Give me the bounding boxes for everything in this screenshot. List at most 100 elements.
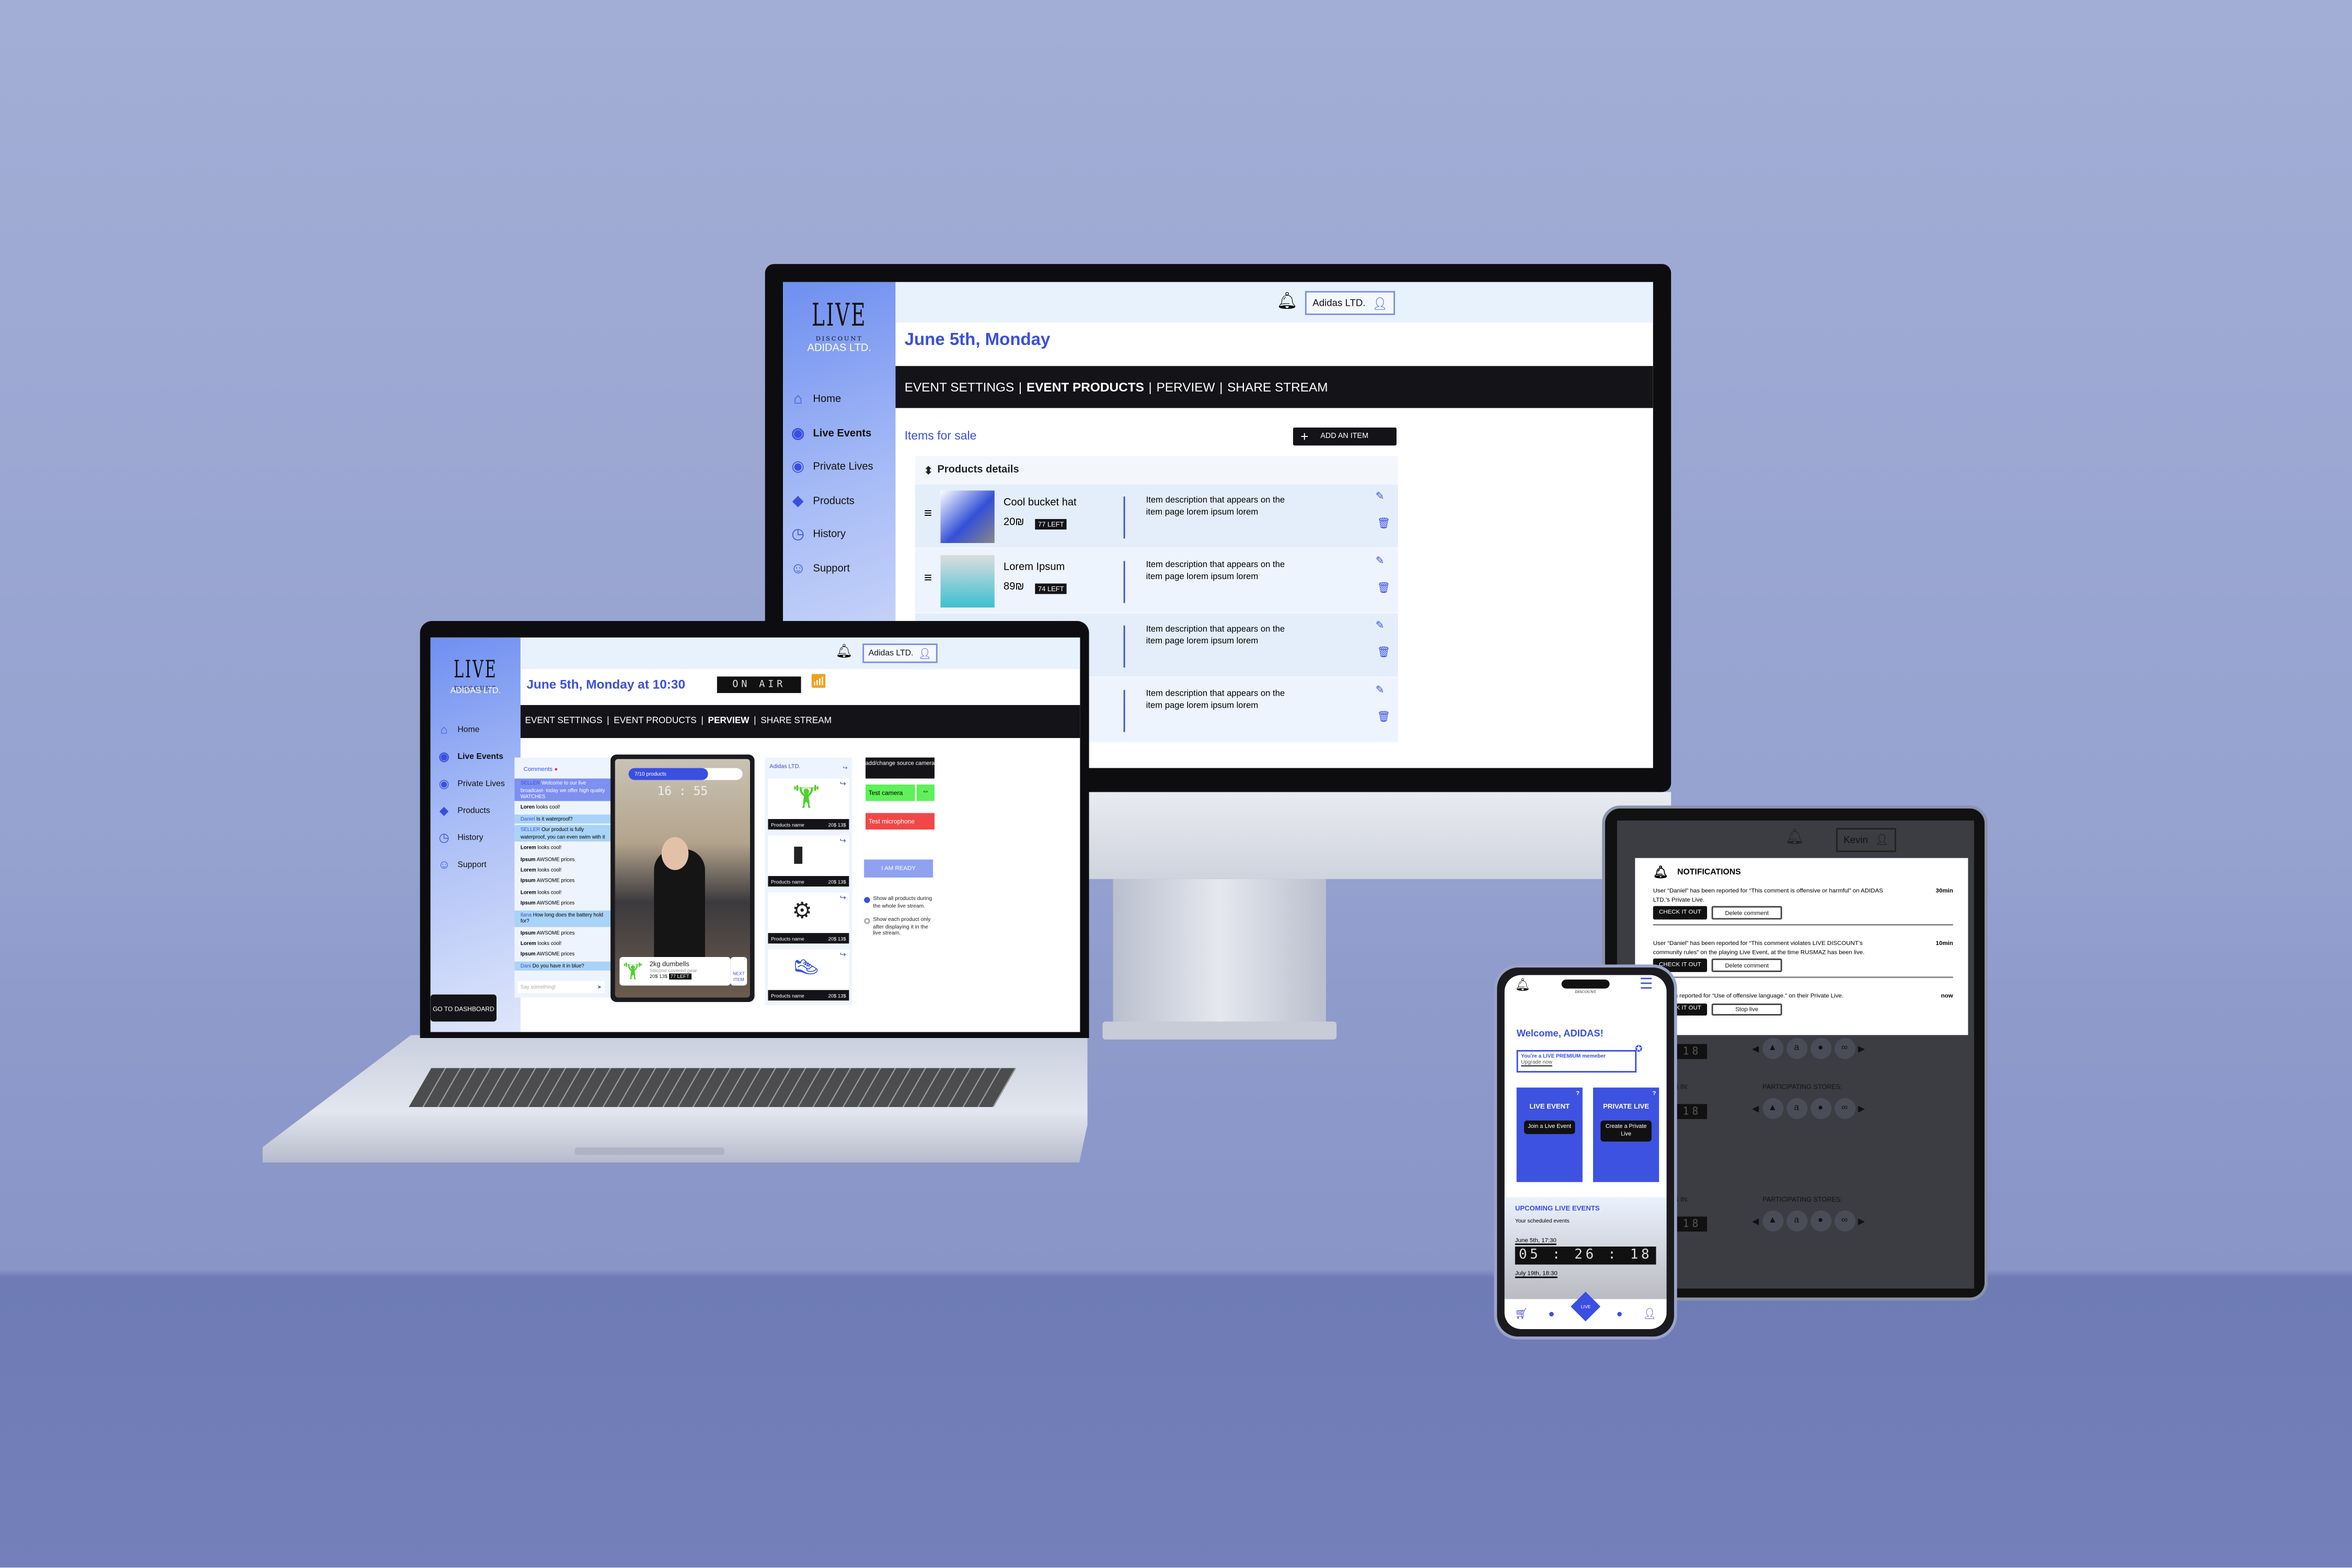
hamburger-menu-icon[interactable]: ☰ bbox=[1640, 976, 1653, 993]
amazon-logo-icon[interactable]: a bbox=[1786, 1038, 1807, 1059]
current-item-card[interactable]: 🏋︎ 2kg dumbells Silicone covered gear 20… bbox=[619, 957, 731, 986]
tab-share-stream[interactable]: SHARE STREAM bbox=[1227, 379, 1328, 395]
bell-icon[interactable]: 🔔︎ bbox=[1276, 291, 1297, 310]
sidebar-item-products[interactable]: ◆ Products bbox=[438, 804, 490, 817]
stop-live-button[interactable]: Stop live bbox=[1711, 1002, 1782, 1016]
sidebar-item-live-events[interactable]: ◉ Live Events bbox=[438, 750, 503, 764]
live-event-icon[interactable]: ● bbox=[1617, 1309, 1623, 1319]
chevron-right-icon[interactable]: ▶ bbox=[1858, 1043, 1865, 1054]
sidebar-item-home[interactable]: ⌂ Home bbox=[438, 723, 480, 736]
event-date[interactable]: June 5th, 17:30 bbox=[1515, 1236, 1557, 1243]
meta-logo-icon[interactable]: ∞ bbox=[1834, 1038, 1855, 1059]
product-row[interactable]: ≡ Cool bucket hat 20₪ 77 LEFT Item descripti… bbox=[915, 485, 1398, 549]
private-live-icon[interactable]: ● bbox=[1548, 1309, 1554, 1319]
adidas-logo-icon[interactable]: ▲ bbox=[1762, 1098, 1783, 1120]
product-price: 20$ 13$ bbox=[828, 992, 846, 998]
camera-switch-icon[interactable]: ⇔ bbox=[916, 785, 935, 801]
bell-icon[interactable]: 🔔︎ bbox=[1515, 978, 1530, 991]
edit-icon[interactable]: ✎ bbox=[1376, 555, 1385, 567]
sidebar-item-support[interactable]: ☺ Support bbox=[438, 858, 487, 872]
add-item-button[interactable]: + ADD AN ITEM bbox=[1293, 427, 1397, 446]
share-icon[interactable]: ↪ bbox=[840, 951, 846, 960]
sidebar-item-private-lives[interactable]: ◉ Private Lives bbox=[790, 459, 873, 476]
help-icon[interactable]: ? bbox=[1576, 1089, 1579, 1097]
display-option-radio[interactable]: Show all products during the whole live … bbox=[864, 895, 936, 910]
meta-logo-icon[interactable]: ∞ bbox=[1834, 1098, 1855, 1120]
edit-icon[interactable]: ✎ bbox=[1376, 490, 1385, 502]
create-private-live-button[interactable]: Create a Private Live bbox=[1600, 1120, 1652, 1142]
drag-handle-icon[interactable]: ≡ bbox=[924, 570, 932, 585]
chevron-left-icon[interactable]: ◀ bbox=[1752, 1043, 1759, 1054]
chevron-left-icon[interactable]: ◀ bbox=[1752, 1103, 1759, 1114]
sidebar-item-private-lives[interactable]: ◉ Private Lives bbox=[438, 777, 504, 791]
notification-text: has been reported for “Use of offensive … bbox=[1653, 991, 1843, 999]
delete-comment-button[interactable]: Delete comment bbox=[1711, 906, 1782, 919]
join-live-event-button[interactable]: Join a Live Event bbox=[1524, 1120, 1575, 1134]
tab-share-stream[interactable]: SHARE STREAM bbox=[760, 717, 832, 726]
delete-comment-button[interactable]: Delete comment bbox=[1711, 959, 1782, 972]
apple-logo-icon[interactable]: ● bbox=[1810, 1098, 1831, 1120]
comment-input[interactable]: Say something! ➤ bbox=[517, 981, 605, 993]
sidebar-item-products[interactable]: ◆ Products bbox=[790, 493, 855, 510]
share-icon[interactable]: ↪ bbox=[840, 780, 846, 789]
trash-icon[interactable]: 🗑︎ bbox=[1377, 647, 1391, 659]
user-account-button[interactable]: Kevin 👤︎ bbox=[1836, 828, 1896, 852]
chevron-right-icon[interactable]: ▶ bbox=[1858, 1216, 1865, 1226]
tab-perview[interactable]: PERVIEW bbox=[708, 717, 749, 726]
i-am-ready-button[interactable]: I AM READY bbox=[864, 859, 933, 878]
product-card[interactable]: ▮ ↪ Products name 20$ 13$ bbox=[768, 835, 849, 887]
share-icon[interactable]: ↪ bbox=[843, 764, 847, 771]
user-account-button[interactable]: Adidas LTD. 👤︎ bbox=[1305, 291, 1396, 315]
bell-icon[interactable]: 🔔︎ bbox=[836, 643, 853, 660]
trash-icon[interactable]: 🗑︎ bbox=[1377, 517, 1391, 529]
edit-icon[interactable]: ✎ bbox=[1376, 684, 1385, 696]
sidebar-item-live-events[interactable]: ◉ Live Events bbox=[790, 425, 871, 442]
drag-handle-icon[interactable]: ≡ bbox=[924, 505, 932, 521]
amazon-logo-icon[interactable]: a bbox=[1786, 1098, 1807, 1120]
help-icon[interactable]: ? bbox=[1652, 1089, 1656, 1097]
sidebar-item-history[interactable]: ◷ History bbox=[438, 831, 483, 845]
share-icon[interactable]: ↪ bbox=[840, 837, 846, 846]
tab-event-settings[interactable]: EVENT SETTINGS bbox=[525, 717, 602, 726]
comment: Ilana How long does the battery hold for… bbox=[514, 910, 612, 927]
products-table-header[interactable]: ⬍ Products details bbox=[915, 456, 1398, 485]
tab-event-products[interactable]: EVENT PRODUCTS bbox=[614, 717, 697, 726]
chevron-left-icon[interactable]: ◀ bbox=[1752, 1216, 1759, 1226]
send-icon[interactable]: ➤ bbox=[597, 984, 602, 990]
event-date[interactable]: July 19th, 18:30 bbox=[1515, 1269, 1558, 1276]
edit-icon[interactable]: ✎ bbox=[1376, 619, 1385, 631]
display-option-radio[interactable]: Show each product only after displaying … bbox=[864, 916, 936, 938]
sidebar-item-support[interactable]: ☺ Support bbox=[790, 560, 849, 577]
change-camera-button[interactable]: add/change source camera bbox=[865, 757, 935, 779]
test-camera-button[interactable]: Test camera bbox=[865, 785, 915, 801]
tab-event-settings[interactable]: EVENT SETTINGS bbox=[905, 379, 1014, 395]
trash-icon[interactable]: 🗑︎ bbox=[1377, 582, 1391, 594]
chevron-right-icon[interactable]: ▶ bbox=[1858, 1103, 1865, 1114]
sidebar-item-history[interactable]: ◷ History bbox=[790, 526, 846, 543]
upgrade-link[interactable]: Upgrade now bbox=[1521, 1059, 1632, 1065]
tab-perview[interactable]: PERVIEW bbox=[1157, 379, 1215, 395]
product-card[interactable]: 🏋︎ ↪ Products name 20$ 13$ bbox=[768, 778, 849, 830]
adidas-logo-icon[interactable]: ▲ bbox=[1762, 1038, 1783, 1059]
apple-logo-icon[interactable]: ● bbox=[1810, 1038, 1831, 1059]
go-to-dashboard-button[interactable]: GO TO DASHBOARD bbox=[430, 994, 497, 1022]
test-microphone-button[interactable]: Test microphone bbox=[865, 813, 935, 830]
share-icon[interactable]: ↪ bbox=[840, 894, 846, 903]
check-it-out-button[interactable]: CHECK IT OUT bbox=[1653, 906, 1708, 919]
next-item-button[interactable]: NEXT ITEM bbox=[730, 957, 747, 986]
countdown-display: 18 bbox=[1677, 1044, 1708, 1059]
product-card[interactable]: 👟︎ ↪ Products name 20$ 13$ bbox=[768, 949, 849, 1001]
bell-icon[interactable]: 🔔︎ bbox=[1785, 829, 1804, 846]
profile-icon[interactable]: 👤︎ bbox=[1643, 1308, 1657, 1320]
user-account-button[interactable]: Adidas LTD. 👤︎ bbox=[862, 643, 938, 663]
meta-logo-icon[interactable]: ∞ bbox=[1834, 1210, 1855, 1232]
adidas-logo-icon[interactable]: ▲ bbox=[1762, 1210, 1783, 1232]
product-card[interactable]: ⚙︎ ↪ Products name 20$ 13$ bbox=[768, 892, 849, 944]
amazon-logo-icon[interactable]: a bbox=[1786, 1210, 1807, 1232]
trash-icon[interactable]: 🗑︎ bbox=[1377, 711, 1391, 723]
apple-logo-icon[interactable]: ● bbox=[1810, 1210, 1831, 1232]
product-row[interactable]: ≡ Lorem Ipsum 89₪ 74 LEFT Item description t… bbox=[915, 549, 1398, 614]
sidebar-item-home[interactable]: ⌂ Home bbox=[790, 391, 841, 408]
tab-event-products[interactable]: EVENT PRODUCTS bbox=[1027, 379, 1144, 395]
cart-icon[interactable]: 🛒︎ bbox=[1515, 1308, 1528, 1320]
